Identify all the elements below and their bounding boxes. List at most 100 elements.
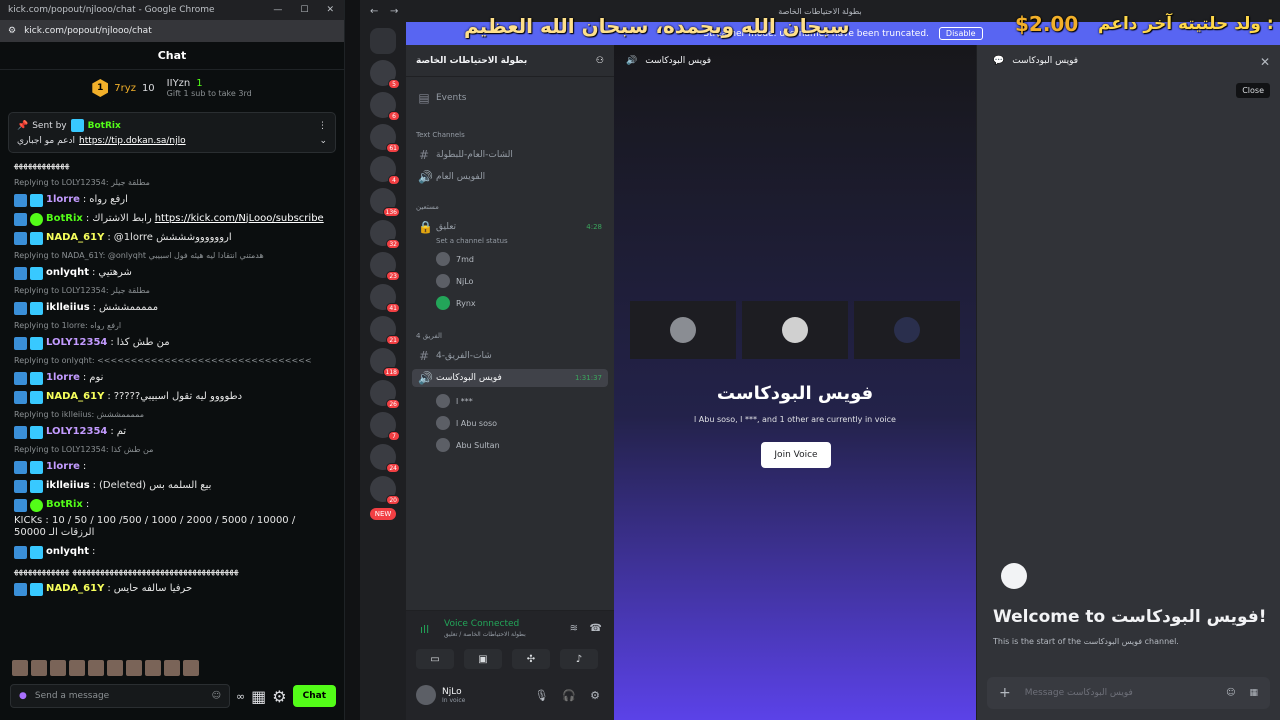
voice-user[interactable]: NjLo <box>436 274 473 288</box>
reply-context[interactable]: Replying to LOLY12354: مطلقة جيلر <box>14 178 330 188</box>
invite-icon[interactable]: ⚇ <box>596 56 604 66</box>
server-icon[interactable]: 41 <box>370 284 400 313</box>
server-icon[interactable]: 6 <box>370 92 400 121</box>
noise-suppression-icon[interactable]: ≋ <box>570 623 578 634</box>
message-input[interactable]: + Message فويس البودكاست ☺ ▦ <box>987 677 1270 709</box>
reply-context[interactable]: Replying to iklleiius: مممممششش <box>14 410 330 420</box>
discord-home-icon[interactable] <box>370 28 396 54</box>
forward-arrow-icon[interactable]: → <box>390 6 398 17</box>
emote[interactable] <box>31 660 47 676</box>
voice-user[interactable]: Rynx <box>436 296 476 310</box>
close-icon[interactable]: ✕ <box>326 5 334 15</box>
screen-share-icon[interactable]: ▣ <box>464 649 502 669</box>
emote[interactable] <box>164 660 180 676</box>
message-username[interactable]: NADA_61Y <box>46 391 104 404</box>
camera-icon[interactable]: ▭ <box>416 649 454 669</box>
reply-context[interactable]: Replying to LOLY12354: مطلقة جيلر <box>14 286 330 296</box>
signal-icon[interactable]: ıll <box>420 623 429 636</box>
kicks-infinity[interactable]: ∞ <box>236 690 245 703</box>
server-icon[interactable]: 136 <box>370 188 400 217</box>
gear-icon[interactable]: ⚙ <box>590 689 600 702</box>
server-icon[interactable]: 4 <box>370 156 400 185</box>
message-input[interactable]: ● Send a message ☺ <box>10 684 230 708</box>
disable-streamer-mode-button[interactable]: Disable <box>938 27 983 40</box>
voice-user[interactable]: l Abu soso <box>436 416 497 430</box>
server-icon[interactable]: 118 <box>370 348 400 377</box>
reply-context[interactable]: Replying to NADA_61Y: @onlyqht هدمتني ان… <box>14 251 330 261</box>
message-username[interactable]: onlyqht <box>46 546 89 559</box>
message-username[interactable]: iklleiius <box>46 480 90 493</box>
more-options-icon[interactable]: ⋮ <box>318 121 327 131</box>
mic-icon[interactable]: ● <box>19 691 27 701</box>
pinned-message[interactable]: 📌 Sent by BotRix ⋮ ادعم مو اجباري https:… <box>8 112 336 153</box>
activities-icon[interactable]: ✣ <box>512 649 550 669</box>
voice-user[interactable]: Abu Sultan <box>436 438 500 452</box>
participant-tile[interactable] <box>630 301 736 359</box>
voice-user[interactable]: l *** <box>436 394 473 408</box>
user-panel[interactable]: NjLo In voice <box>416 685 465 705</box>
message-username[interactable]: iklleiius <box>46 302 90 315</box>
maximize-icon[interactable]: ☐ <box>300 5 308 15</box>
participant-tile[interactable] <box>742 301 848 359</box>
disconnect-icon[interactable]: ☎ <box>590 623 602 634</box>
soundboard-icon[interactable]: ♪ <box>560 649 598 669</box>
message-username[interactable]: BotRix <box>46 213 83 226</box>
new-badge[interactable]: NEW <box>369 508 397 520</box>
voice-connected-status[interactable]: Voice Connected <box>444 619 519 629</box>
chat-send-button[interactable]: Chat <box>292 685 336 707</box>
message-username[interactable]: onlyqht <box>46 267 89 280</box>
emote[interactable] <box>126 660 142 676</box>
site-info-icon[interactable]: ⚙ <box>8 26 16 36</box>
close-icon[interactable]: ✕ <box>1260 55 1270 69</box>
category-waiting[interactable]: مستعين <box>416 203 439 211</box>
address-bar[interactable]: ⚙ kick.com/popout/njlooo/chat <box>0 20 344 42</box>
join-voice-button[interactable]: Join Voice <box>761 442 831 468</box>
channel-team-chat[interactable]: # شات-الفريق-4 <box>412 347 608 365</box>
message-username[interactable]: LOLY12354 <box>46 337 107 350</box>
headphones-icon[interactable]: 🎧 <box>562 689 576 702</box>
voice-location[interactable]: بطولة الاحتياطات الخاصة / تعليق <box>444 631 526 638</box>
server-icon[interactable]: 21 <box>370 316 400 345</box>
emote[interactable] <box>50 660 66 676</box>
server-icon[interactable]: 32 <box>370 220 400 249</box>
settings-icon[interactable]: ⚙ <box>272 687 286 706</box>
minimize-icon[interactable]: — <box>273 5 282 15</box>
voice-user[interactable]: 7md <box>436 252 474 266</box>
participant-tile[interactable] <box>854 301 960 359</box>
message-username[interactable]: 1lorre <box>46 194 80 207</box>
apps-icon[interactable]: ▦ <box>1249 688 1258 698</box>
chevron-down-icon[interactable]: ⌄ <box>319 136 327 146</box>
server-header[interactable]: بطولة الاحتياطات الخاصة ⚇ <box>406 45 614 77</box>
message-username[interactable]: BotRix <box>46 499 83 512</box>
store-icon[interactable]: ▦ <box>251 687 266 706</box>
emoji-icon[interactable]: ☺ <box>212 691 221 701</box>
channel-podcast-voice[interactable]: 🔊 فويس البودكاست 1:31:37 <box>412 369 608 387</box>
emote[interactable] <box>107 660 123 676</box>
emote[interactable] <box>145 660 161 676</box>
emote[interactable] <box>183 660 199 676</box>
server-icon[interactable]: 7 <box>370 412 400 441</box>
pinned-link[interactable]: https://tip.dokan.sa/njlo <box>79 136 186 146</box>
emote[interactable] <box>69 660 85 676</box>
channel-waiting-voice[interactable]: 🔒 تعليق 4:28 <box>412 218 608 236</box>
message-link[interactable]: https://kick.com/NjLooo/subscribe <box>155 213 324 226</box>
message-username[interactable]: 1lorre <box>46 372 80 385</box>
reply-context[interactable]: Replying to LOLY12354: من طش كذا <box>14 445 330 455</box>
channel-general-chat[interactable]: # الشات-العام-للبطولة <box>412 146 608 164</box>
events-item[interactable]: ▤ Events <box>412 89 608 107</box>
emote[interactable] <box>88 660 104 676</box>
emote[interactable] <box>12 660 28 676</box>
message-username[interactable]: LOLY12354 <box>46 426 107 439</box>
reply-context[interactable]: Replying to 1lorre: ارفع رواه <box>14 321 330 331</box>
message-username[interactable]: 1lorre <box>46 461 80 474</box>
add-icon[interactable]: + <box>999 685 1011 701</box>
reply-context[interactable]: Replying to onlyqht: <<<<<<<<<<<<<<<<<<<… <box>14 356 330 366</box>
emoji-icon[interactable]: ☺ <box>1226 688 1235 698</box>
message-username[interactable]: NADA_61Y <box>46 583 104 596</box>
message-username[interactable]: NADA_61Y <box>46 232 104 245</box>
microphone-icon[interactable]: 🎙 <box>534 689 548 702</box>
server-icon[interactable]: 5 <box>370 60 400 89</box>
channel-status[interactable]: Set a channel status <box>436 237 508 245</box>
server-icon[interactable]: 20 <box>370 476 400 505</box>
server-icon[interactable]: 24 <box>370 444 400 473</box>
